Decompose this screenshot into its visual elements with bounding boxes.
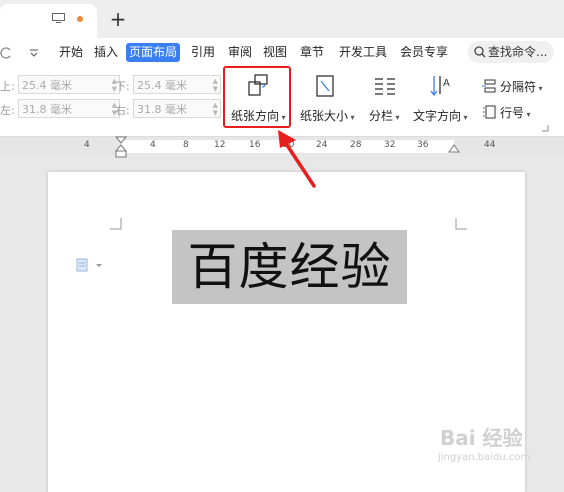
margin-left-label: 左: <box>0 104 15 117</box>
margin-corner-mark <box>455 218 467 230</box>
quick-access-dropdown-icon[interactable] <box>29 48 39 58</box>
dialog-launcher-icon[interactable] <box>541 124 549 132</box>
margin-right-label: 右: <box>115 104 130 117</box>
watermark: Bai 经验 jingyan.baidu.com <box>438 420 538 470</box>
redo-icon[interactable] <box>0 47 12 59</box>
margin-top-label: 上: <box>0 80 15 93</box>
tab-page-layout[interactable]: 页面布局 <box>126 43 181 62</box>
break-label: 分隔符 <box>500 80 537 94</box>
ruler-tick: 12 <box>214 140 226 150</box>
text-direction-button[interactable]: A 文字方向 ▾ <box>412 69 470 125</box>
search-icon <box>474 46 486 58</box>
margin-top-value: 25.4 毫米 <box>22 79 72 92</box>
search-placeholder: 查找命令... <box>488 45 548 59</box>
tab-review[interactable]: 审阅 <box>228 43 252 62</box>
watermark-url: jingyan.baidu.com <box>438 452 531 463</box>
margin-right-value: 31.8 毫米 <box>137 103 187 116</box>
text-direction-label: 文字方向 <box>413 109 462 123</box>
tab-developer[interactable]: 开发工具 <box>339 43 387 62</box>
new-tab-button[interactable]: + <box>108 6 128 32</box>
tab-view[interactable]: 视图 <box>263 43 287 62</box>
margin-left-field[interactable]: 31.8 毫米 ▲ ▼ <box>18 99 120 118</box>
margin-bottom-field[interactable]: 25.4 毫米 ▲ ▼ <box>133 75 221 94</box>
ruler-tick: 32 <box>384 140 396 150</box>
tab-references[interactable]: 引用 <box>191 43 215 62</box>
monitor-icon <box>52 13 65 23</box>
unsaved-indicator <box>77 16 83 22</box>
break-button[interactable]: 分隔符 ▾ <box>480 76 554 96</box>
tab-member[interactable]: 会员专享 <box>400 43 448 62</box>
ruler-tick: 28 <box>350 140 362 150</box>
columns-label: 分栏 <box>369 109 394 123</box>
margin-bottom-value: 25.4 毫米 <box>137 79 187 92</box>
watermark-brand: Bai 经验 <box>440 426 523 450</box>
margin-corner-mark <box>110 218 122 230</box>
svg-text:A: A <box>443 78 450 89</box>
paragraph-layout-icon[interactable] <box>74 257 104 273</box>
tab-insert[interactable]: 插入 <box>94 43 118 62</box>
margin-top-field[interactable]: 25.4 毫米 ▲ ▼ <box>18 75 120 94</box>
paper-size-button[interactable]: 纸张大小 ▾ <box>298 69 355 125</box>
line-number-button[interactable]: 行号 ▾ <box>480 102 554 122</box>
document-tab[interactable] <box>0 4 97 38</box>
columns-icon <box>375 78 395 95</box>
right-indent-marker-icon[interactable] <box>448 144 460 153</box>
ruler-tick: 4 <box>84 140 90 150</box>
text-direction-icon: A <box>430 76 450 97</box>
ruler-tick: 4 <box>150 140 156 150</box>
margin-bottom-label: 下: <box>115 80 130 93</box>
margin-right-field[interactable]: 31.8 毫米 ▲ ▼ <box>133 99 221 118</box>
tab-section[interactable]: 章节 <box>300 43 324 62</box>
ruler-tick: 44 <box>484 140 496 150</box>
selected-heading-text[interactable]: 百度经验 <box>172 230 407 304</box>
highlight-box <box>223 66 291 128</box>
indent-marker-icon[interactable] <box>115 136 127 158</box>
ruler-tick: 36 <box>417 140 429 150</box>
break-icon <box>482 79 496 93</box>
command-search[interactable]: 查找命令... <box>468 41 554 63</box>
annotation-arrow <box>278 130 316 188</box>
tab-home[interactable]: 开始 <box>59 43 83 62</box>
ruler-tick: 16 <box>249 140 261 150</box>
margin-left-value: 31.8 毫米 <box>22 103 72 116</box>
line-number-icon <box>483 105 496 119</box>
paper-size-icon <box>316 75 334 97</box>
columns-button[interactable]: 分栏 ▾ <box>366 69 404 125</box>
paper-size-label: 纸张大小 <box>300 109 349 123</box>
ruler-tick: 8 <box>183 140 189 150</box>
line-number-label: 行号 <box>500 106 525 120</box>
